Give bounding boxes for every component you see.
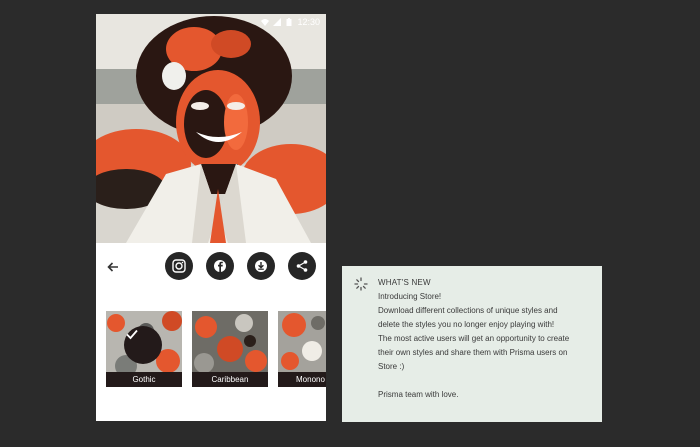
facebook-button[interactable]: [206, 252, 234, 280]
action-toolbar: [96, 243, 326, 291]
filter-thumbnail-monono[interactable]: Monono: [278, 311, 326, 387]
status-time: 12:30: [297, 17, 320, 27]
notice-line: Introducing Store!: [378, 292, 442, 301]
stylized-photo: [96, 14, 326, 243]
share-button[interactable]: [288, 252, 316, 280]
phone-screen: 12:30 Gothic Caribbean Monono: [96, 14, 326, 421]
download-icon: [255, 260, 267, 272]
battery-icon: [286, 18, 292, 26]
filter-thumbnail-gothic[interactable]: Gothic: [106, 311, 182, 387]
filter-thumbnail-caribbean[interactable]: Caribbean: [192, 311, 268, 387]
notice-line: The most active users will get an opport…: [378, 334, 570, 343]
notice-title: WHAT'S NEW: [378, 278, 431, 287]
selected-check-badge: [124, 326, 162, 364]
download-button[interactable]: [247, 252, 275, 280]
arrow-left-icon: [107, 262, 118, 272]
whats-new-card: WHAT'S NEW Introducing Store! Download d…: [342, 266, 602, 422]
instagram-icon: [172, 259, 186, 273]
share-icon: [296, 260, 308, 272]
filter-label: Monono: [278, 372, 326, 387]
filter-label: Gothic: [106, 372, 182, 387]
back-button[interactable]: [102, 256, 124, 278]
notice-line: their own styles and share them with Pri…: [378, 348, 568, 357]
checkmark-icon: [126, 329, 138, 340]
loading-spinner-icon: [354, 277, 368, 291]
style-filter-list: Gothic Caribbean Monono: [96, 311, 326, 389]
instagram-button[interactable]: [165, 252, 193, 280]
facebook-icon: [214, 260, 226, 272]
filter-label: Caribbean: [192, 372, 268, 387]
notice-line: Download different collections of unique…: [378, 306, 558, 315]
notice-line: delete the styles you no longer enjoy pl…: [378, 320, 555, 329]
wifi-icon: [261, 19, 270, 26]
notice-line: Store :): [378, 362, 405, 371]
notice-signoff: Prisma team with love.: [378, 390, 459, 399]
signal-icon: [273, 18, 282, 26]
status-bar: 12:30: [96, 14, 326, 30]
